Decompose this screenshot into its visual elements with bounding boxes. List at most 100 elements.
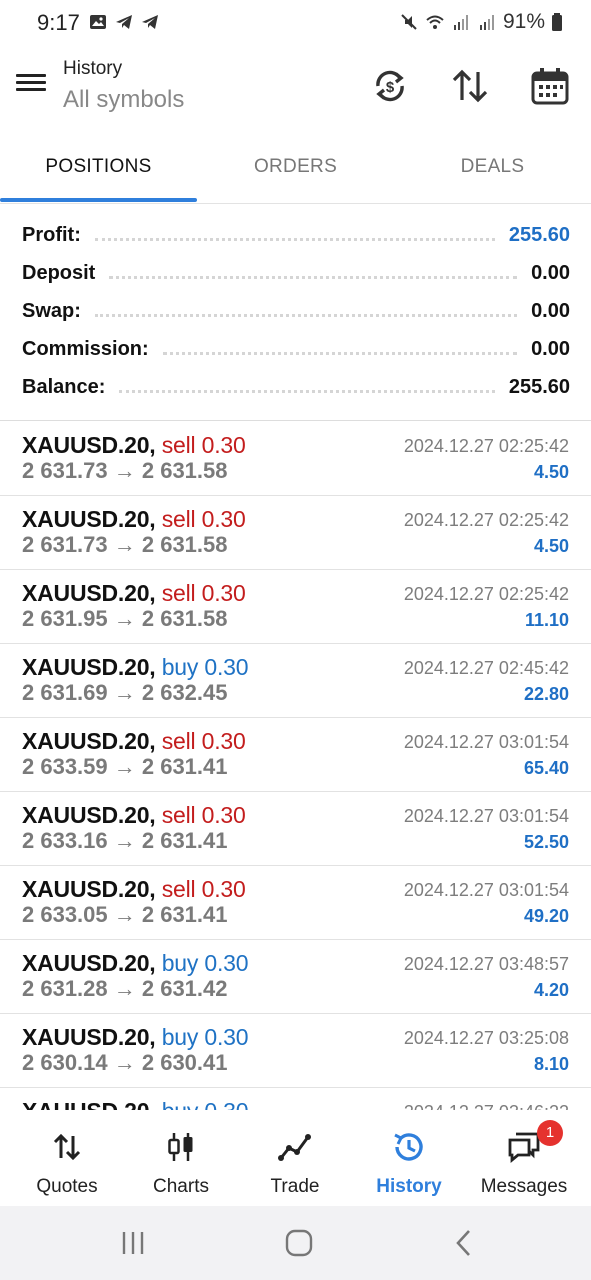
unread-badge: 1 bbox=[537, 1120, 563, 1146]
position-row[interactable]: XAUUSD.20, sell 0.30 2 633.05 → 2 631.41… bbox=[0, 866, 591, 940]
positions-list[interactable]: XAUUSD.20, sell 0.30 2 631.73 → 2 631.58… bbox=[0, 422, 591, 1110]
position-time: 2024.12.27 02:25:42 bbox=[403, 584, 569, 604]
position-side: sell 0.30 bbox=[161, 876, 246, 902]
dotted-leader bbox=[109, 275, 518, 279]
position-symbol-line: XAUUSD.20, sell 0.30 bbox=[22, 506, 246, 533]
summary-label: Profit: bbox=[22, 223, 81, 246]
position-time: 2024.12.27 02:25:42 bbox=[403, 510, 569, 530]
nav-label: Messages bbox=[480, 1176, 568, 1197]
nav-messages[interactable]: 1 Messages bbox=[465, 1120, 583, 1198]
symbol-filter[interactable]: All symbols bbox=[63, 86, 184, 114]
position-side: buy 0.30 bbox=[161, 654, 249, 680]
position-profit: 4.20 bbox=[533, 980, 569, 1000]
dotted-leader bbox=[94, 237, 495, 241]
calendar-icon[interactable] bbox=[530, 66, 570, 106]
summary-value: 0.00 bbox=[531, 337, 570, 360]
position-prices: 2 633.05 → 2 631.41 bbox=[22, 902, 228, 927]
telegram-icon bbox=[142, 15, 158, 29]
tab-positions[interactable]: POSITIONS bbox=[0, 156, 197, 178]
back-icon[interactable] bbox=[450, 1228, 480, 1258]
position-time: 2024.12.27 03:01:54 bbox=[403, 732, 569, 752]
telegram-icon bbox=[116, 15, 132, 29]
home-icon[interactable] bbox=[284, 1228, 314, 1258]
nav-history[interactable]: History bbox=[350, 1130, 468, 1198]
summary-row-profit: Profit: 255.60 bbox=[22, 219, 570, 251]
position-profit: 8.10 bbox=[533, 1054, 569, 1074]
menu-icon-bar bbox=[16, 88, 46, 91]
system-navigation-bar bbox=[0, 1206, 591, 1280]
candlestick-icon bbox=[168, 1133, 193, 1161]
position-profit: 22.80 bbox=[523, 684, 569, 704]
position-symbol: XAUUSD.20, bbox=[22, 802, 156, 828]
position-row[interactable]: XAUUSD.20, buy 0.30 2 631.69 → 2 632.45 … bbox=[0, 644, 591, 718]
position-symbol: XAUUSD.20, bbox=[22, 876, 156, 902]
dotted-leader bbox=[119, 389, 495, 393]
position-symbol-line: XAUUSD.20, buy 0.30 bbox=[22, 654, 249, 681]
position-row[interactable]: XAUUSD.20, sell 0.30 2 631.73 → 2 631.58… bbox=[0, 496, 591, 570]
position-time: 2024.12.27 02:25:42 bbox=[403, 436, 569, 456]
trade-line-icon bbox=[278, 1134, 311, 1161]
position-side: sell 0.30 bbox=[161, 432, 246, 458]
summary-row-deposit: Deposit 0.00 bbox=[22, 257, 570, 289]
status-right-icons: 91% bbox=[399, 10, 563, 34]
sort-icon[interactable] bbox=[450, 66, 490, 106]
position-symbol: XAUUSD.20, bbox=[22, 432, 156, 458]
tab-deals[interactable]: DEALS bbox=[394, 156, 591, 178]
position-time: 2024.12.27 03:01:54 bbox=[403, 880, 569, 900]
position-symbol: XAUUSD.20, bbox=[22, 950, 156, 976]
battery-icon bbox=[552, 13, 562, 31]
position-time: 2024.12.27 02:45:42 bbox=[403, 658, 569, 678]
position-time: 2024.12.27 03:25:08 bbox=[403, 1028, 569, 1048]
dotted-leader bbox=[94, 313, 518, 317]
position-symbol-line: XAUUSD.20, buy 0.30 bbox=[22, 950, 249, 977]
menu-icon bbox=[16, 74, 46, 77]
history-clock-icon bbox=[394, 1133, 423, 1161]
position-symbol-line: XAUUSD.20, buy 0.30 bbox=[22, 1098, 249, 1110]
position-symbol: XAUUSD.20, bbox=[22, 580, 156, 606]
summary-panel: Profit: 255.60 Deposit 0.00 Swap: 0.00 C… bbox=[0, 215, 591, 421]
nav-quotes[interactable]: Quotes bbox=[8, 1130, 126, 1198]
summary-row-commission: Commission: 0.00 bbox=[22, 333, 570, 365]
position-symbol-line: XAUUSD.20, buy 0.30 bbox=[22, 1024, 249, 1051]
menu-button[interactable] bbox=[16, 70, 46, 100]
battery-percent: 91% bbox=[502, 10, 545, 33]
position-symbol-line: XAUUSD.20, sell 0.30 bbox=[22, 580, 246, 607]
position-prices: 2 630.14 → 2 630.41 bbox=[22, 1050, 228, 1075]
position-profit: 4.50 bbox=[533, 462, 569, 482]
position-row[interactable]: XAUUSD.20, sell 0.30 2 631.95 → 2 631.58… bbox=[0, 570, 591, 644]
summary-label: Commission: bbox=[22, 337, 149, 360]
position-row[interactable]: XAUUSD.20, buy 0.30 2 631.28 → 2 631.42 … bbox=[0, 940, 591, 1014]
position-row[interactable]: XAUUSD.20, sell 0.30 2 633.16 → 2 631.41… bbox=[0, 792, 591, 866]
position-symbol-line: XAUUSD.20, sell 0.30 bbox=[22, 802, 246, 829]
position-side: buy 0.30 bbox=[161, 1024, 249, 1050]
summary-label: Swap: bbox=[22, 299, 81, 322]
nav-charts[interactable]: Charts bbox=[122, 1130, 240, 1198]
app-bar: History All symbols $ bbox=[0, 50, 591, 130]
summary-value: 0.00 bbox=[531, 261, 570, 284]
position-time: 2024.12.27 03:46:22 bbox=[404, 1102, 569, 1110]
position-time: 2024.12.27 03:01:54 bbox=[403, 806, 569, 826]
position-row[interactable]: XAUUSD.20, sell 0.30 2 633.59 → 2 631.41… bbox=[0, 718, 591, 792]
tab-orders[interactable]: ORDERS bbox=[197, 156, 394, 178]
bottom-navigation: Quotes Charts Trade History 1 Messages bbox=[0, 1110, 591, 1206]
position-symbol: XAUUSD.20, bbox=[22, 1098, 156, 1110]
position-side: sell 0.30 bbox=[161, 802, 246, 828]
position-row[interactable]: XAUUSD.20, sell 0.30 2 631.73 → 2 631.58… bbox=[0, 422, 591, 496]
recent-apps-icon[interactable] bbox=[118, 1228, 148, 1258]
messages-icon bbox=[508, 1132, 540, 1163]
position-prices: 2 633.59 → 2 631.41 bbox=[22, 754, 228, 779]
position-prices: 2 633.16 → 2 631.41 bbox=[22, 828, 228, 853]
nav-trade[interactable]: Trade bbox=[236, 1130, 354, 1198]
position-row[interactable]: XAUUSD.20, buy 0.30 2 630.14 → 2 630.41 … bbox=[0, 1014, 591, 1088]
dotted-leader bbox=[162, 351, 518, 355]
position-profit: 11.10 bbox=[524, 610, 569, 630]
position-symbol-line: XAUUSD.20, sell 0.30 bbox=[22, 876, 246, 903]
position-row[interactable]: XAUUSD.20, buy 0.30 2024.12.27 03:46:22 bbox=[0, 1088, 591, 1110]
svg-text:$: $ bbox=[386, 79, 395, 96]
summary-value: 0.00 bbox=[531, 299, 570, 322]
summary-row-balance: Balance: 255.60 bbox=[22, 371, 570, 403]
refresh-currency-icon[interactable]: $ bbox=[370, 66, 410, 106]
position-side: buy 0.30 bbox=[161, 950, 249, 976]
position-prices: 2 631.73 → 2 631.58 bbox=[22, 458, 228, 483]
summary-row-swap: Swap: 0.00 bbox=[22, 295, 570, 327]
